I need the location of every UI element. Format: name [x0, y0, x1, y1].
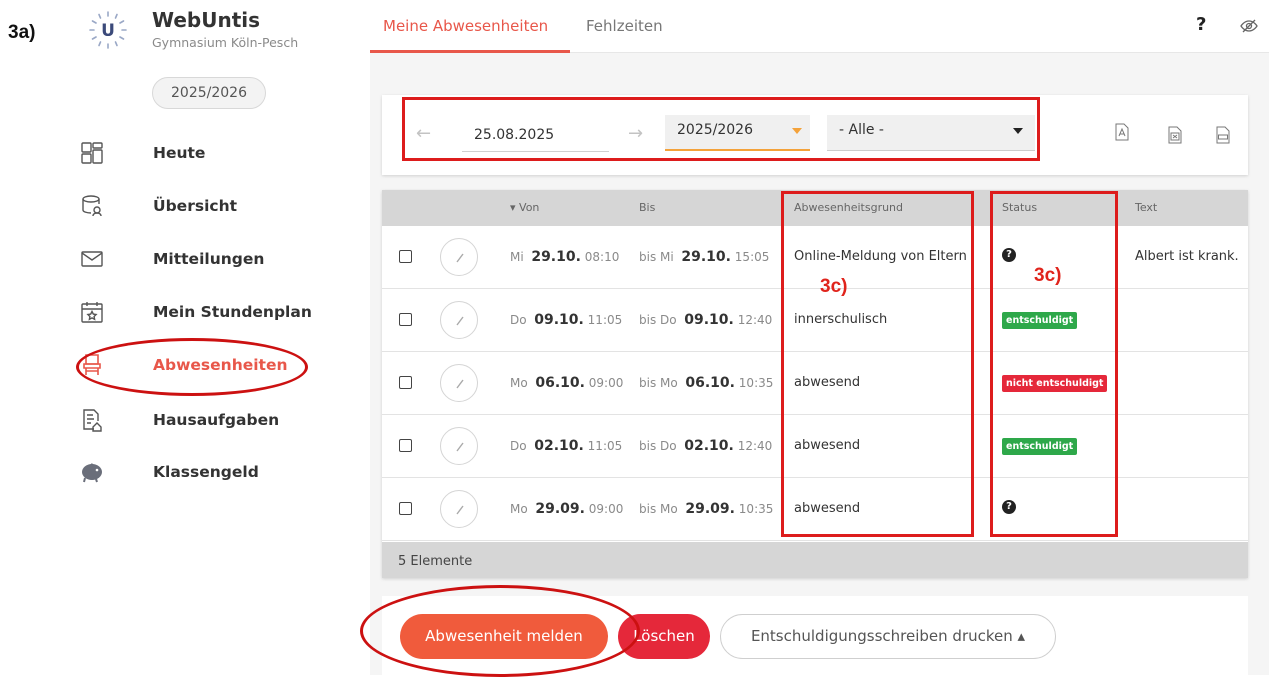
annotation-label-reason: 3c)	[820, 276, 848, 297]
edit-button[interactable]	[440, 427, 478, 465]
to-datetime: bis Mo 29.09. 10:35	[639, 501, 774, 517]
eye-slash-icon[interactable]	[1240, 17, 1258, 35]
column-bis[interactable]: Bis	[639, 201, 655, 214]
annotation-ellipse-button	[360, 585, 640, 677]
to-datetime: bis Mi 29.10. 15:05	[639, 249, 770, 265]
absence-text: Albert ist krank.	[1135, 249, 1239, 264]
edit-button[interactable]	[440, 490, 478, 528]
sidebar-item-mitteilungen[interactable]: Mitteilungen	[70, 239, 360, 279]
table-footer-count: 5 Elemente	[382, 542, 1248, 578]
sidebar-item-label: Übersicht	[153, 197, 238, 215]
edit-button[interactable]	[440, 238, 478, 276]
sidebar-item-heute[interactable]: Heute	[70, 133, 360, 173]
svg-text:U: U	[101, 21, 115, 41]
row-checkbox[interactable]	[399, 502, 412, 515]
pencil-icon	[456, 505, 464, 515]
pencil-icon	[456, 379, 464, 389]
active-tab-indicator	[370, 50, 570, 53]
from-datetime: Mi 29.10. 08:10	[510, 249, 620, 265]
edit-button[interactable]	[440, 364, 478, 402]
pdf-icon[interactable]	[1115, 123, 1129, 141]
sidebar: U WebUntis Gymnasium Köln-Pesch 2025/202…	[70, 0, 360, 675]
pencil-icon	[456, 316, 464, 326]
to-datetime: bis Do 09.10. 12:40	[639, 312, 773, 328]
to-datetime: bis Do 02.10. 12:40	[639, 438, 773, 454]
annotation-box-filters	[402, 97, 1040, 161]
school-year-selector[interactable]: 2025/2026	[152, 77, 266, 109]
sidebar-item-label: Mitteilungen	[153, 250, 265, 268]
sidebar-item-hausaufgaben[interactable]: Hausaufgaben	[70, 400, 360, 440]
print-excuse-button[interactable]: Entschuldigungsschreiben drucken ▴	[720, 614, 1056, 659]
from-datetime: Mo 06.10. 09:00	[510, 375, 624, 391]
homework-icon	[83, 409, 102, 432]
school-name: Gymnasium Köln-Pesch	[152, 35, 299, 50]
sidebar-item-stundenplan[interactable]: Mein Stundenplan	[70, 292, 360, 332]
row-checkbox[interactable]	[399, 376, 412, 389]
brand-title: WebUntis	[152, 8, 261, 32]
tab-bar: Meine Abwesenheiten Fehlzeiten ?	[370, 0, 1269, 53]
piggy-bank-icon	[82, 463, 102, 483]
edit-button[interactable]	[440, 301, 478, 339]
excel-icon[interactable]	[1168, 126, 1182, 144]
annotation-ellipse-nav	[76, 338, 308, 396]
to-datetime: bis Mo 06.10. 10:35	[639, 375, 774, 391]
webuntis-logo: U	[89, 11, 127, 49]
from-datetime: Mo 29.09. 09:00	[510, 501, 624, 517]
annotation-box-reason	[781, 191, 974, 537]
dashboard-icon	[81, 142, 103, 164]
tab-meine-abwesenheiten[interactable]: Meine Abwesenheiten	[383, 17, 548, 35]
tab-fehlzeiten[interactable]: Fehlzeiten	[586, 17, 663, 35]
sidebar-item-label: Heute	[153, 144, 206, 162]
pencil-icon	[456, 442, 464, 452]
mail-icon	[81, 251, 103, 267]
annotation-step-label: 3a)	[8, 22, 36, 43]
row-checkbox[interactable]	[399, 439, 412, 452]
column-text[interactable]: Text	[1135, 201, 1157, 214]
from-datetime: Do 02.10. 11:05	[510, 438, 623, 454]
sidebar-item-klassengeld[interactable]: Klassengeld	[70, 452, 360, 492]
overview-icon	[82, 195, 102, 217]
sidebar-item-label: Hausaufgaben	[153, 411, 280, 429]
row-checkbox[interactable]	[399, 313, 412, 326]
sidebar-item-uebersicht[interactable]: Übersicht	[70, 186, 360, 226]
sidebar-item-label: Klassengeld	[153, 463, 259, 481]
from-datetime: Do 09.10. 11:05	[510, 312, 623, 328]
row-checkbox[interactable]	[399, 250, 412, 263]
column-von: Von	[519, 201, 540, 214]
calendar-icon	[81, 302, 103, 323]
pencil-icon	[456, 253, 464, 263]
help-icon[interactable]: ?	[1196, 14, 1206, 35]
csv-icon[interactable]	[1216, 126, 1230, 144]
sidebar-item-label: Mein Stundenplan	[153, 303, 312, 321]
sort-column-von[interactable]: ▾ Von	[510, 201, 539, 214]
annotation-label-status: 3c)	[1034, 265, 1062, 286]
annotation-box-status	[990, 191, 1118, 537]
